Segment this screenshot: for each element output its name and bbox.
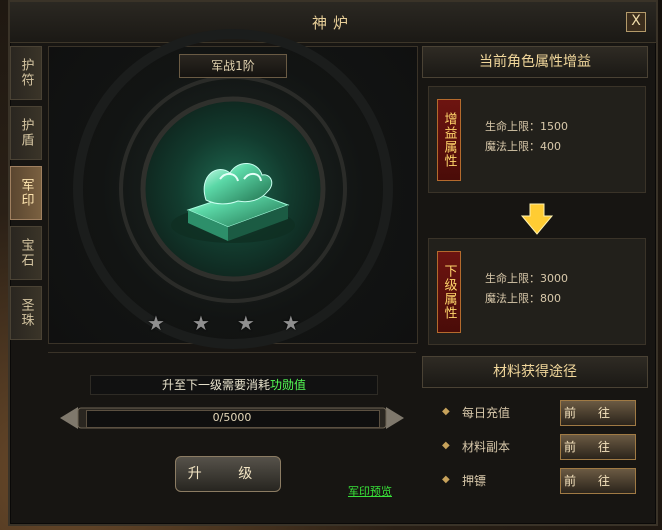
tab-shield[interactable]: 护盾 <box>10 106 42 160</box>
requirement-highlight: 功勋值 <box>270 378 307 392</box>
upgrade-button[interactable]: 升 级 <box>175 456 281 492</box>
star-icon: ★ <box>147 311 165 335</box>
arrow-down-icon <box>520 203 554 235</box>
tab-holy-bead[interactable]: 圣珠 <box>10 286 42 340</box>
forge-panel: 神炉 X 护符 护盾 军印 宝石 圣珠 军战1阶 ★ ★ ★ ★ 当前角色属性增… <box>8 0 658 526</box>
level-badge: 军战1阶 <box>179 54 287 78</box>
material-label: 押镖 <box>462 474 487 488</box>
stats-header: 当前角色属性增益 <box>422 46 648 78</box>
bullet-icon: ◆ <box>442 406 450 417</box>
item-display: 军战1阶 ★ ★ ★ ★ <box>48 29 418 350</box>
list-item: ◆ 押镖 前往 <box>430 464 646 498</box>
upgrade-requirement: 升至下一级需要消耗功勋值 <box>90 375 378 395</box>
star-icon: ★ <box>191 311 210 335</box>
materials-header: 材料获得途径 <box>422 356 648 388</box>
bullet-icon: ◆ <box>442 440 450 451</box>
go-button[interactable]: 前往 <box>560 468 636 494</box>
close-button[interactable]: X <box>626 12 646 32</box>
material-label: 材料副本 <box>462 440 511 454</box>
current-mp: 魔法上限：400 <box>485 140 561 153</box>
bullet-icon: ◆ <box>442 474 450 485</box>
material-label: 每日充值 <box>462 406 511 420</box>
current-stats-title: 增益属性 <box>437 99 461 181</box>
star-icon: ★ <box>236 311 255 335</box>
upgrade-section: 升至下一级需要消耗功勋值 0/5000 升 级 军印预览 <box>48 352 416 527</box>
next-hp: 生命上限：3000 <box>485 272 568 285</box>
tab-military-seal[interactable]: 军印 <box>10 166 42 220</box>
star-icon: ★ <box>281 311 300 335</box>
requirement-text: 升至下一级需要消耗 <box>161 378 270 392</box>
next-stats-title: 下级属性 <box>437 251 461 333</box>
star-rating: ★ ★ ★ ★ <box>147 311 300 335</box>
current-stats: 增益属性 生命上限：1500 魔法上限：400 <box>428 86 646 193</box>
current-hp: 生命上限：1500 <box>485 120 568 133</box>
stats-panel: 当前角色属性增益 增益属性 生命上限：1500 魔法上限：400 下级属性 生命… <box>422 46 648 345</box>
progress-bar: 0/5000 <box>60 403 404 433</box>
materials-panel: 材料获得途径 ◆ 每日充值 前往 ◆ 材料副本 前往 ◆ 押镖 前往 <box>422 356 648 526</box>
next-mp: 魔法上限：800 <box>485 292 561 305</box>
tab-gem[interactable]: 宝石 <box>10 226 42 280</box>
game-scene: 神炉 X 护符 护盾 军印 宝石 圣珠 军战1阶 ★ ★ ★ ★ 当前角色属性增… <box>0 0 662 530</box>
materials-list: ◆ 每日充值 前往 ◆ 材料副本 前往 ◆ 押镖 前往 <box>430 396 646 498</box>
military-seal-image <box>171 163 295 244</box>
seal-preview-link[interactable]: 军印预览 <box>348 483 392 499</box>
list-item: ◆ 材料副本 前往 <box>430 430 646 464</box>
next-stats: 下级属性 生命上限：3000 魔法上限：800 <box>428 238 646 345</box>
title-bar[interactable]: 神炉 X <box>10 2 656 43</box>
tab-amulet[interactable]: 护符 <box>10 46 42 100</box>
progress-text: 0/5000 <box>212 411 252 424</box>
next-stats-list: 生命上限：3000 魔法上限：800 <box>485 269 568 309</box>
window-title: 神炉 <box>311 14 354 32</box>
current-stats-list: 生命上限：1500 魔法上限：400 <box>485 117 568 157</box>
go-button[interactable]: 前往 <box>560 400 636 426</box>
go-button[interactable]: 前往 <box>560 434 636 460</box>
list-item: ◆ 每日充值 前往 <box>430 396 646 430</box>
